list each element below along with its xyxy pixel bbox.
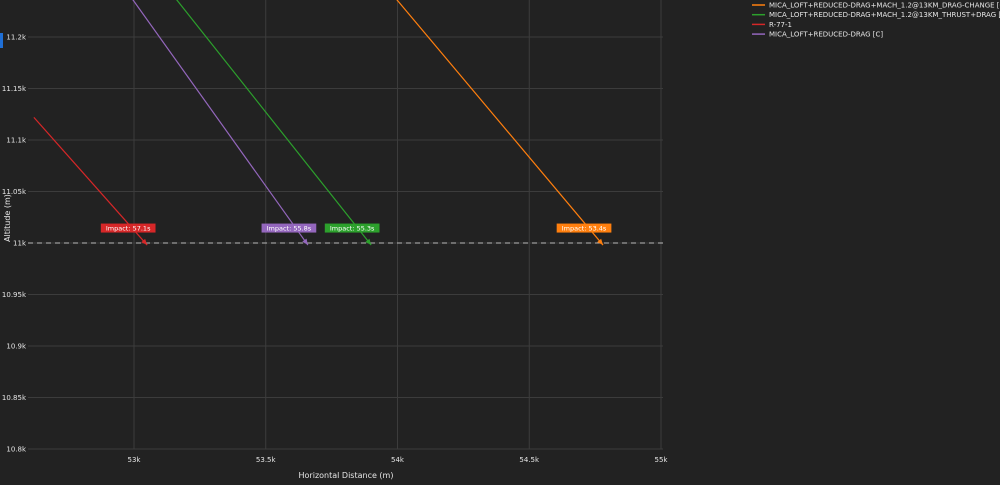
legend-label: MICA_LOFT+REDUCED-DRAG [C] [769,31,883,39]
legend-item[interactable]: MICA_LOFT+REDUCED-DRAG+MACH_1.2@13KM_THR… [752,11,1000,19]
y-tick-label: 11.1k [6,137,27,145]
legend-item[interactable]: MICA_LOFT+REDUCED-DRAG [C] [752,31,883,39]
impact-label: Impact: 55.8s [261,223,317,233]
x-tick-label: 54.5k [519,456,540,464]
legend-label: R-77-1 [769,21,792,29]
x-tick-labels: 53k 53.5k 54k 54.5k 55k [128,456,669,464]
x-tick-label: 53k [128,456,142,464]
y-tick-label: 10.8k [6,446,27,454]
legend-item[interactable]: R-77-1 [752,21,792,29]
impact-label: Impact: 55.3s [324,223,380,233]
legend: MICA_LOFT+REDUCED-DRAG+MACH_1.2@13KM_DRA… [752,2,1000,39]
impact-label: Impact: 57.1s [100,223,156,233]
y-axis-title: Altitude (m) [3,194,12,242]
legend-item[interactable]: MICA_LOFT+REDUCED-DRAG+MACH_1.2@13KM_DRA… [752,2,1000,10]
y-tick-label: 11.2k [6,34,27,42]
impact-label-text: Impact: 55.8s [267,224,312,232]
legend-label: MICA_LOFT+REDUCED-DRAG+MACH_1.2@13KM_DRA… [769,2,1000,10]
y-tick-label: 11.15k [2,85,27,93]
x-tick-label: 54k [391,456,405,464]
impact-label-text: Impact: 53.4s [562,224,607,232]
chart: Impact: 53.4s Impact: 55.3s Impact: 57.1s I… [2,0,1000,480]
y-tick-label: 10.85k [2,394,27,402]
impact-arrow [302,238,308,246]
impact-label: Impact: 53.4s [556,223,612,233]
impact-label-text: Impact: 57.1s [106,224,151,232]
x-tick-label: 55k [655,456,669,464]
y-tick-label: 10.95k [2,291,27,299]
legend-label: MICA_LOFT+REDUCED-DRAG+MACH_1.2@13KM_THR… [769,11,1000,19]
y-tick-label: 10.9k [6,343,27,351]
impact-label-text: Impact: 55.3s [330,224,375,232]
x-axis-title: Horizontal Distance (m) [299,471,394,480]
y-tick-labels: 10.8k10.85k10.9k10.95k11k11.05k11.1k11.1… [2,34,27,454]
x-tick-label: 53.5k [256,456,277,464]
impact-labels: Impact: 53.4s Impact: 55.3s Impact: 57.1s I… [100,223,612,233]
y-tick-label: 11k [13,240,27,248]
